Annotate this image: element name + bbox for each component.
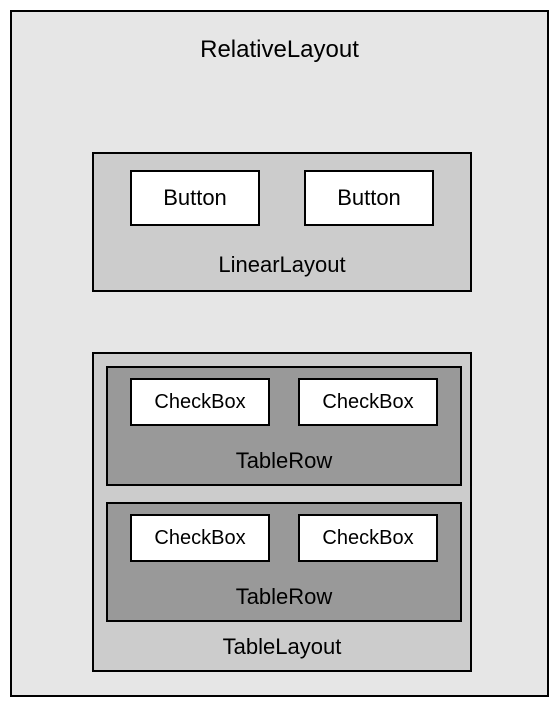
diagram-canvas: RelativeLayout Button Button LinearLayou…	[0, 0, 559, 707]
table-row-label: TableRow	[108, 584, 460, 610]
table-row-cells: CheckBox CheckBox	[108, 378, 460, 426]
table-layout-container: CheckBox CheckBox TableRow CheckBox Chec…	[92, 352, 472, 672]
checkbox-widget[interactable]: CheckBox	[130, 514, 270, 562]
table-row-label: TableRow	[108, 448, 460, 474]
linear-layout-row: Button Button	[94, 170, 470, 226]
button-widget[interactable]: Button	[130, 170, 260, 226]
table-layout-label: TableLayout	[94, 634, 470, 660]
linear-layout-container: Button Button LinearLayout	[92, 152, 472, 292]
button-widget[interactable]: Button	[304, 170, 434, 226]
table-row: CheckBox CheckBox TableRow	[106, 366, 462, 486]
table-row: CheckBox CheckBox TableRow	[106, 502, 462, 622]
relative-layout-container: RelativeLayout Button Button LinearLayou…	[10, 10, 549, 697]
linear-layout-label: LinearLayout	[94, 252, 470, 278]
checkbox-widget[interactable]: CheckBox	[298, 378, 438, 426]
checkbox-widget[interactable]: CheckBox	[298, 514, 438, 562]
table-row-cells: CheckBox CheckBox	[108, 514, 460, 562]
checkbox-widget[interactable]: CheckBox	[130, 378, 270, 426]
relative-layout-label: RelativeLayout	[12, 36, 547, 64]
